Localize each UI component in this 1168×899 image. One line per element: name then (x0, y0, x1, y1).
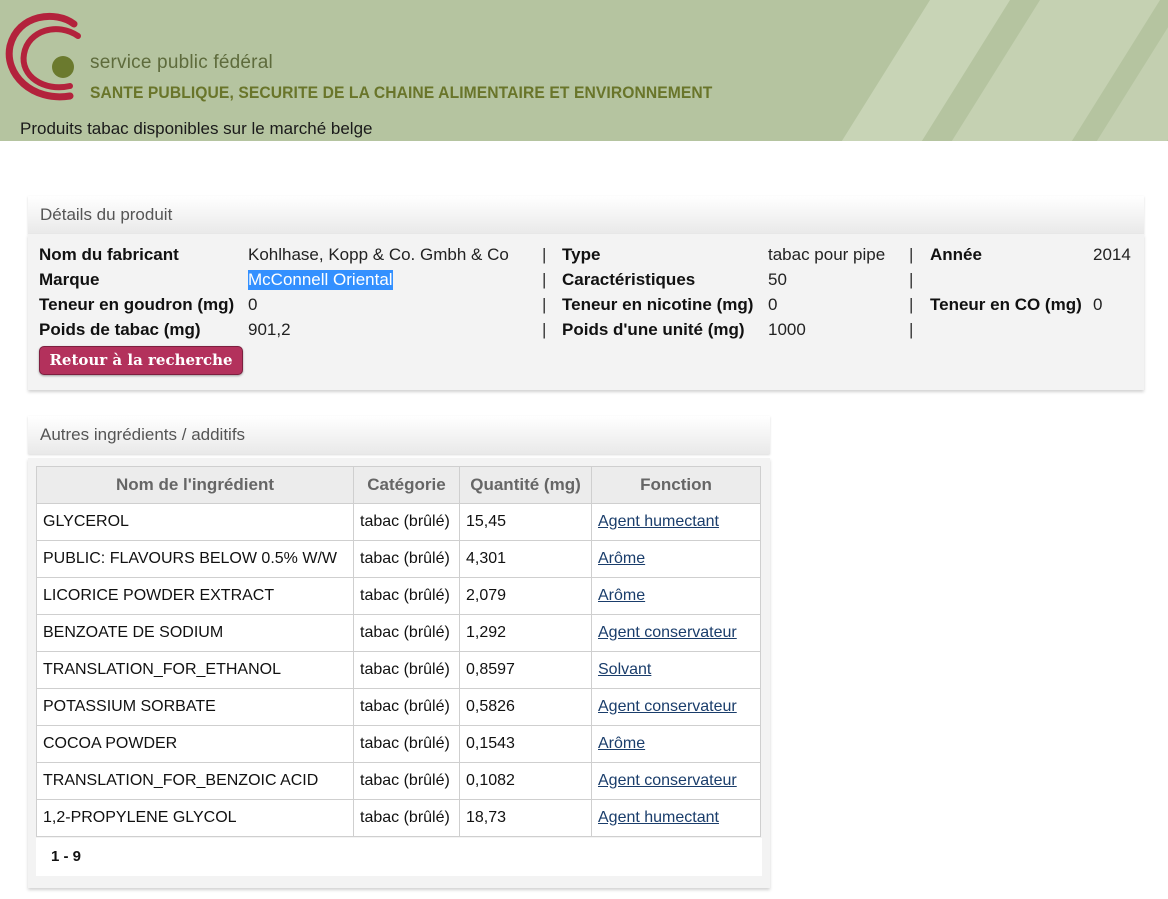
poids-unite-value: 1000 (768, 320, 806, 339)
ingredients-panel-header: Autres ingrédients / additifs (28, 416, 770, 454)
nicotine-value: 0 (768, 295, 778, 314)
ingredient-category: tabac (brûlé) (353, 762, 460, 800)
ingredient-category: tabac (brûlé) (353, 577, 460, 615)
column-separator: | (542, 295, 547, 314)
annee-label: Année (930, 245, 982, 264)
ingredient-name: PUBLIC: FLAVOURS BELOW 0.5% W/W (36, 540, 354, 578)
ingredient-function-link[interactable]: Arôme (598, 550, 645, 567)
back-to-search-button[interactable]: Retour à la recherche (39, 346, 243, 375)
ingredient-category: tabac (brûlé) (353, 799, 460, 837)
marque-value[interactable]: McConnell Oriental (248, 270, 393, 290)
poids-tabac-label: Poids de tabac (mg) (39, 320, 201, 339)
co-value: 0 (1093, 295, 1103, 314)
ingredient-function-cell: Agent conservateur (591, 688, 761, 726)
ingredient-name: TRANSLATION_FOR_BENZOIC ACID (36, 762, 354, 800)
table-row: PUBLIC: FLAVOURS BELOW 0.5% W/W tabac (b… (36, 540, 761, 578)
column-separator: | (542, 270, 547, 289)
ingredient-quantity: 0,5826 (459, 688, 592, 726)
details-panel-header: Détails du produit (28, 196, 1144, 234)
column-separator: | (909, 270, 914, 289)
ingredient-quantity: 0,1082 (459, 762, 592, 800)
ingredient-function-cell: Arôme (591, 577, 761, 615)
site-title: Produits tabac disponibles sur le marché… (20, 119, 373, 138)
fps-logo-icon (5, 12, 81, 101)
ingredient-name: TRANSLATION_FOR_ETHANOL (36, 651, 354, 689)
table-row: GLYCEROL tabac (brûlé) 15,45 Agent humec… (36, 503, 761, 541)
type-value: tabac pour pipe (768, 245, 886, 264)
table-header-row: Nom de l'ingrédient Catégorie Quantité (… (36, 466, 761, 504)
column-separator: | (542, 245, 547, 264)
table-row: BENZOATE DE SODIUM tabac (brûlé) 1,292 A… (36, 614, 761, 652)
ingredient-quantity: 15,45 (459, 503, 592, 541)
column-separator: | (909, 320, 914, 339)
org-name-line1: service public fédéral (90, 52, 273, 73)
ingredient-name: COCOA POWDER (36, 725, 354, 763)
ingredient-function-cell: Agent conservateur (591, 614, 761, 652)
nicotine-label: Teneur en nicotine (mg) (562, 295, 754, 314)
table-row: COCOA POWDER tabac (brûlé) 0,1543 Arôme (36, 725, 761, 763)
column-header-quantite[interactable]: Quantité (mg) (459, 466, 592, 504)
ingredient-category: tabac (brûlé) (353, 503, 460, 541)
column-separator: | (909, 295, 914, 314)
ingredient-function-link[interactable]: Agent conservateur (598, 698, 737, 715)
caracteristiques-label: Caractéristiques (562, 270, 696, 289)
column-separator: | (542, 320, 547, 339)
column-separator: | (909, 245, 914, 264)
ingredient-function-link[interactable]: Arôme (598, 587, 645, 604)
co-label: Teneur en CO (mg) (930, 295, 1082, 314)
ingredient-function-link[interactable]: Agent humectant (598, 513, 719, 530)
column-header-categorie[interactable]: Catégorie (353, 466, 460, 504)
table-row: TRANSLATION_FOR_BENZOIC ACID tabac (brûl… (36, 762, 761, 800)
marque-label: Marque (39, 270, 100, 289)
ingredients-panel: Nom de l'ingrédient Catégorie Quantité (… (28, 458, 770, 888)
ingredient-function-link[interactable]: Agent humectant (598, 809, 719, 826)
ingredient-function-link[interactable]: Solvant (598, 661, 651, 678)
ingredient-quantity: 0,1543 (459, 725, 592, 763)
column-header-fonction[interactable]: Fonction (591, 466, 761, 504)
ingredient-function-cell: Arôme (591, 725, 761, 763)
table-row: TRANSLATION_FOR_ETHANOL tabac (brûlé) 0,… (36, 651, 761, 689)
ingredient-function-cell: Solvant (591, 651, 761, 689)
org-name-line2: SANTE PUBLIQUE, SECURITE DE LA CHAINE AL… (90, 83, 713, 102)
goudron-value: 0 (248, 295, 258, 314)
ingredient-category: tabac (brûlé) (353, 725, 460, 763)
table-row: 1,2-PROPYLENE GLYCOL tabac (brûlé) 18,73… (36, 799, 761, 837)
fabricant-value: Kohlhase, Kopp & Co. Gmbh & Co (248, 245, 509, 264)
ingredient-category: tabac (brûlé) (353, 540, 460, 578)
type-label: Type (562, 245, 601, 264)
caracteristiques-value: 50 (768, 270, 787, 289)
fabricant-label: Nom du fabricant (39, 245, 179, 264)
ingredient-name: GLYCEROL (36, 503, 354, 541)
ingredient-quantity: 4,301 (459, 540, 592, 578)
ingredient-quantity: 0,8597 (459, 651, 592, 689)
column-header-nom[interactable]: Nom de l'ingrédient (36, 466, 354, 504)
poids-tabac-value: 901,2 (248, 320, 291, 339)
ingredient-name: BENZOATE DE SODIUM (36, 614, 354, 652)
ingredient-name: POTASSIUM SORBATE (36, 688, 354, 726)
ingredient-quantity: 18,73 (459, 799, 592, 837)
ingredient-quantity: 1,292 (459, 614, 592, 652)
poids-unite-label: Poids d'une unité (mg) (562, 320, 745, 339)
ingredient-category: tabac (brûlé) (353, 651, 460, 689)
ingredient-function-link[interactable]: Arôme (598, 735, 645, 752)
table-row: POTASSIUM SORBATE tabac (brûlé) 0,5826 A… (36, 688, 761, 726)
ingredient-function-cell: Agent humectant (591, 799, 761, 837)
ingredient-function-link[interactable]: Agent conservateur (598, 772, 737, 789)
ingredient-function-link[interactable]: Agent conservateur (598, 624, 737, 641)
table-row: LICORICE POWDER EXTRACT tabac (brûlé) 2,… (36, 577, 761, 615)
details-panel: Nom du fabricant Kohlhase, Kopp & Co. Gm… (28, 234, 1144, 390)
ingredient-function-cell: Agent conservateur (591, 762, 761, 800)
ingredient-category: tabac (brûlé) (353, 688, 460, 726)
ingredient-name: 1,2-PROPYLENE GLYCOL (36, 799, 354, 837)
header-banner: service public fédéral SANTE PUBLIQUE, S… (0, 0, 1168, 141)
goudron-label: Teneur en goudron (mg) (39, 295, 235, 314)
ingredient-function-cell: Agent humectant (591, 503, 761, 541)
annee-value: 2014 (1093, 245, 1131, 264)
ingredient-quantity: 2,079 (459, 577, 592, 615)
ingredient-category: tabac (brûlé) (353, 614, 460, 652)
ingredients-table: Nom de l'ingrédient Catégorie Quantité (… (36, 466, 761, 837)
ingredient-function-cell: Arôme (591, 540, 761, 578)
pagination-range: 1 - 9 (36, 838, 762, 876)
ingredient-name: LICORICE POWDER EXTRACT (36, 577, 354, 615)
